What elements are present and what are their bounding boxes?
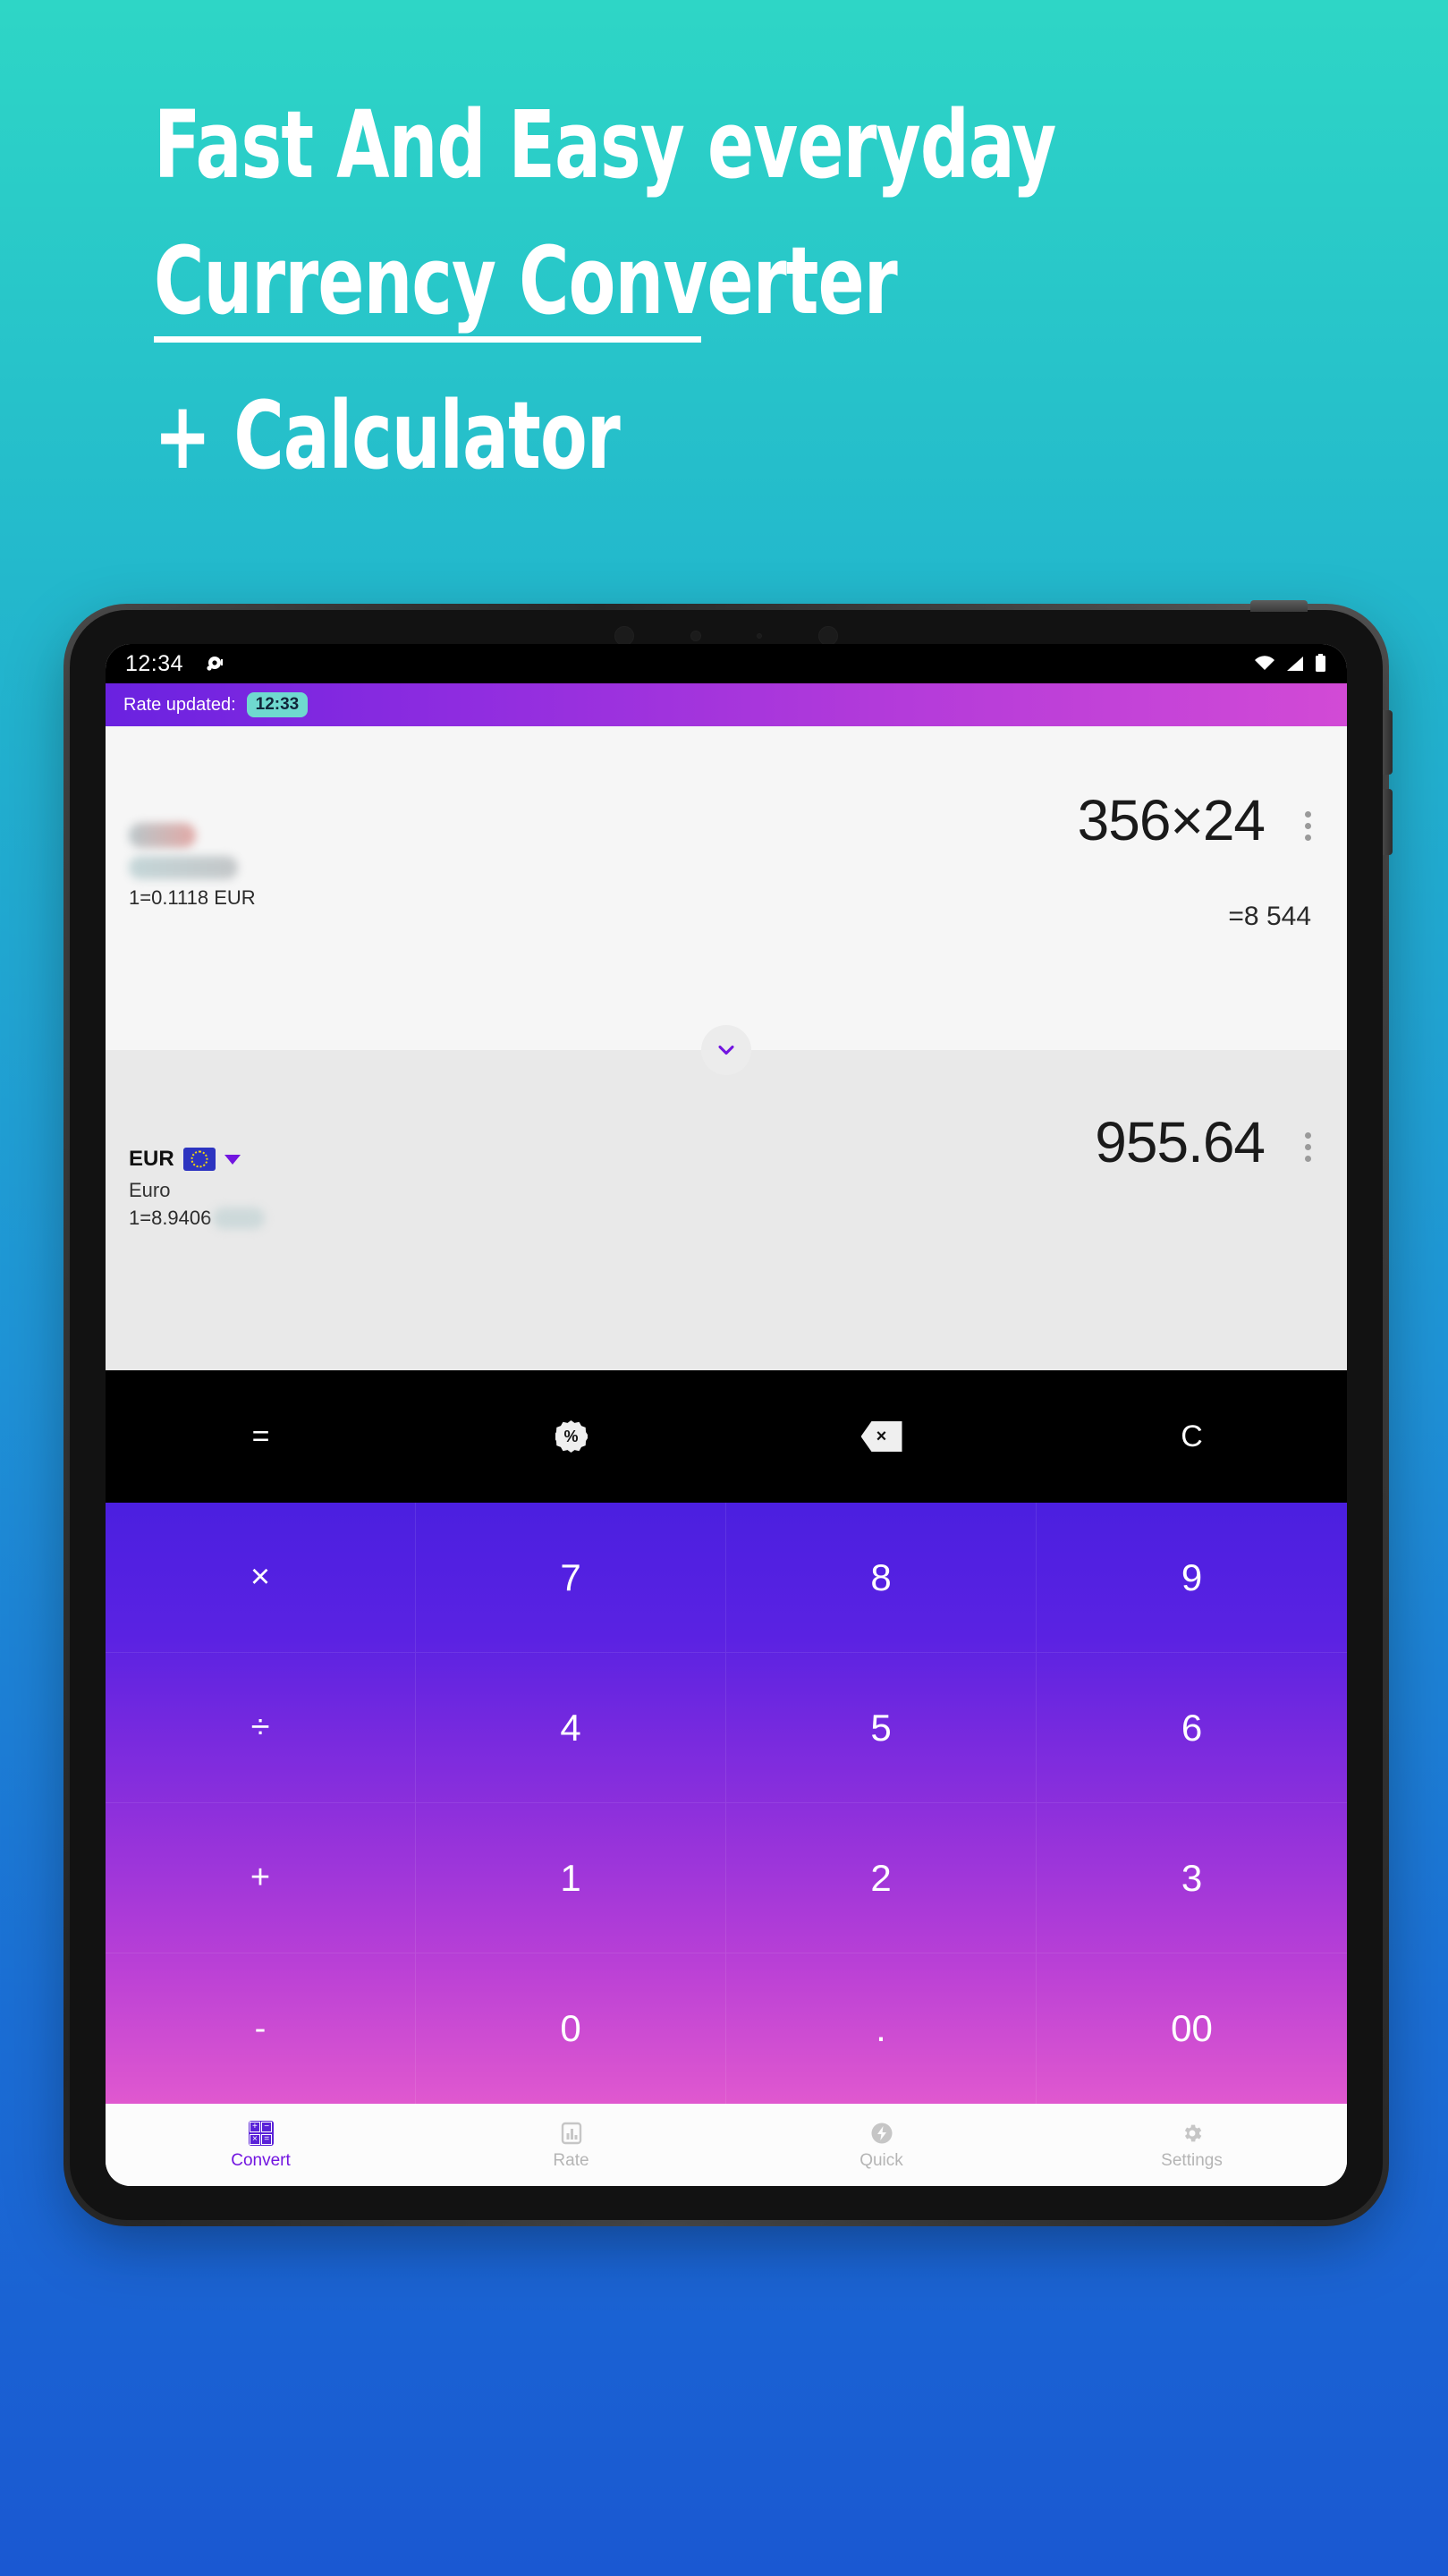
clear-key-label: C: [1181, 1419, 1203, 1453]
rate-updated-bar: Rate updated: 12:33: [106, 683, 1347, 726]
source-currency-name-redacted: [129, 856, 238, 879]
source-kebab-menu-icon[interactable]: [1305, 811, 1311, 841]
backspace-key[interactable]: ×: [726, 1370, 1037, 1503]
target-rate-line: 1=8.9406: [129, 1207, 212, 1229]
target-amount[interactable]: 955.64: [1095, 1109, 1266, 1175]
nav-item-rate[interactable]: Rate: [416, 2120, 726, 2171]
status-bar-clock: 12:34: [125, 650, 184, 676]
bar-chart-icon: [558, 2120, 585, 2147]
multiply-key[interactable]: ×: [106, 1503, 416, 1653]
nav-label-rate: Rate: [553, 2150, 589, 2170]
target-currency-panel[interactable]: EUR Euro 1=8.9406 955.64: [106, 1050, 1347, 1370]
swap-currencies-button[interactable]: [701, 1025, 751, 1075]
divide-key[interactable]: ÷: [106, 1653, 416, 1803]
digit-5-key[interactable]: 5: [726, 1653, 1037, 1803]
caret-down-icon[interactable]: [224, 1154, 241, 1165]
target-rate-currency-redacted: [213, 1208, 266, 1229]
source-expression[interactable]: 356×24: [1078, 787, 1266, 853]
power-button[interactable]: [1250, 600, 1308, 612]
promo-line-1: Fast And Easy everyday: [154, 90, 1056, 199]
notification-dot-icon: [207, 657, 224, 671]
rate-updated-label: Rate updated:: [123, 694, 236, 715]
flash-icon: [868, 2120, 895, 2147]
calculator-keypad: × 7 8 9 ÷ 4 5 6 +1 2 3 -0. 00: [106, 1503, 1347, 2104]
digit-7-key[interactable]: 7: [416, 1503, 726, 1653]
plus-key[interactable]: +: [106, 1803, 416, 1953]
equals-key[interactable]: =: [106, 1370, 416, 1503]
battery-icon: [1316, 654, 1325, 672]
target-currency-code: EUR: [129, 1147, 174, 1171]
rate-updated-time-badge: 12:33: [246, 692, 309, 717]
tablet-device: 12:34 Rate updated: 12:33 1=0.1118 EUR 3…: [64, 600, 1393, 2226]
target-rate-row: 1=8.9406: [129, 1207, 266, 1230]
source-currency-block[interactable]: 1=0.1118 EUR: [129, 823, 256, 910]
nav-item-settings[interactable]: Settings: [1037, 2120, 1347, 2171]
target-currency-selector[interactable]: EUR: [129, 1147, 265, 1172]
sensor-dot: [614, 626, 634, 646]
promo-underline: [154, 336, 701, 343]
digit-0-key[interactable]: 0: [416, 1953, 726, 2104]
source-currency-panel[interactable]: 1=0.1118 EUR 356×24 =8 544: [106, 726, 1347, 1050]
digit-1-key[interactable]: 1: [416, 1803, 726, 1953]
digit-2-key[interactable]: 2: [726, 1803, 1037, 1953]
target-currency-block[interactable]: EUR Euro 1=8.9406: [129, 1147, 266, 1230]
device-screen: 12:34 Rate updated: 12:33 1=0.1118 EUR 3…: [106, 644, 1347, 2186]
volume-up-button[interactable]: [1383, 710, 1393, 775]
sensor-dot: [817, 626, 838, 646]
promo-line-2: Currency Converter: [154, 226, 898, 335]
target-currency-name: Euro: [129, 1179, 171, 1201]
bottom-navigation: + − × = Convert Rate Quick Settings: [106, 2104, 1347, 2186]
nav-item-convert[interactable]: + − × = Convert: [106, 2120, 416, 2171]
chevron-down-icon: [718, 1045, 734, 1055]
function-bar: = % × C: [106, 1370, 1347, 1503]
backspace-icon: ×: [860, 1421, 902, 1452]
calculator-icon: + − × =: [248, 2120, 275, 2147]
digit-3-key[interactable]: 3: [1037, 1803, 1347, 1953]
nav-label-convert: Convert: [231, 2150, 291, 2170]
status-bar: 12:34: [106, 644, 1347, 683]
percent-key[interactable]: %: [416, 1370, 726, 1503]
nav-label-quick: Quick: [859, 2150, 903, 2170]
front-camera-icon: [690, 631, 701, 641]
source-result: =8 544: [1228, 902, 1311, 931]
digit-4-key[interactable]: 4: [416, 1653, 726, 1803]
wifi-icon: [1255, 656, 1274, 670]
signal-icon: [1287, 657, 1303, 671]
clear-key[interactable]: C: [1037, 1370, 1347, 1503]
digit-9-key[interactable]: 9: [1037, 1503, 1347, 1653]
decimal-key[interactable]: .: [726, 1953, 1037, 2104]
equals-key-label: =: [251, 1419, 270, 1453]
eu-flag-icon: [182, 1148, 216, 1171]
promo-line-3: + Calculator: [154, 381, 621, 490]
nav-label-settings: Settings: [1161, 2150, 1223, 2170]
source-rate-line: 1=0.1118 EUR: [129, 886, 256, 909]
double-zero-key[interactable]: 00: [1037, 1953, 1347, 2104]
source-currency-code-redacted: [129, 823, 196, 848]
gear-icon: [1179, 2120, 1206, 2147]
target-kebab-menu-icon[interactable]: [1305, 1132, 1311, 1162]
proximity-sensor-dot: [757, 633, 763, 639]
percent-badge-icon: %: [555, 1420, 588, 1453]
volume-down-button[interactable]: [1383, 789, 1393, 855]
digit-6-key[interactable]: 6: [1037, 1653, 1347, 1803]
minus-key[interactable]: -: [106, 1953, 416, 2104]
promo-headline: Fast And Easy everyday Currency Converte…: [154, 98, 1317, 482]
nav-item-quick[interactable]: Quick: [726, 2120, 1037, 2171]
digit-8-key[interactable]: 8: [726, 1503, 1037, 1653]
